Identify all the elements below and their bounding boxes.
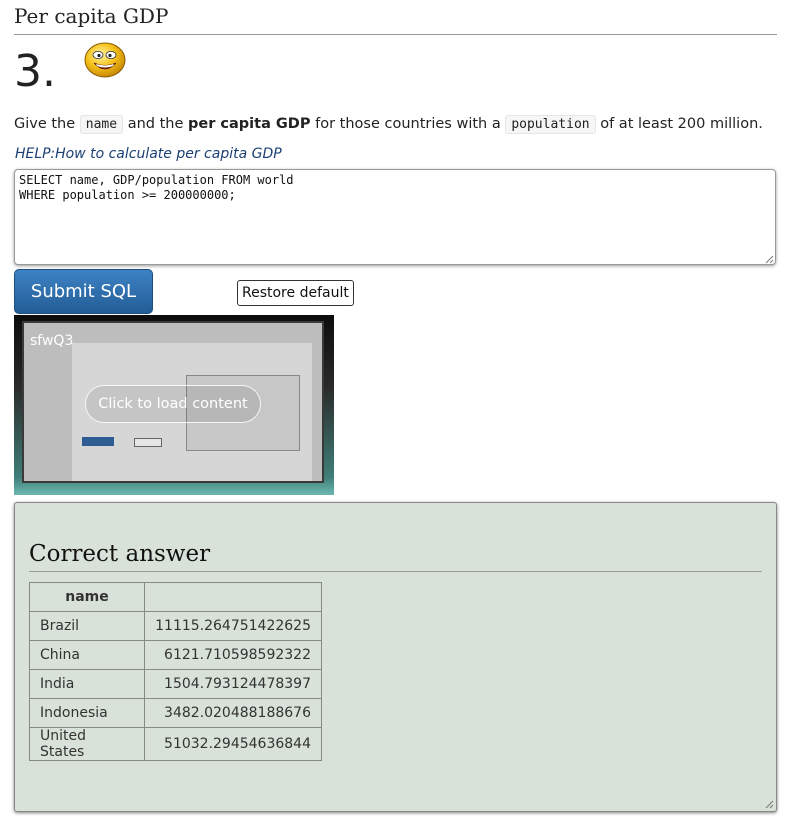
question-bold: per capita GDP (188, 116, 311, 132)
cell-name: United States (29, 727, 145, 761)
cell-name: China (29, 640, 145, 670)
question-text-part: and the (123, 116, 188, 132)
resize-grip-icon[interactable] (764, 254, 774, 264)
video-thumbnail-button (82, 437, 114, 446)
answer-title: Correct answer (29, 541, 762, 572)
table-row: India 1504.793124478397 (29, 669, 322, 699)
cell-value: 51032.29454636844 (144, 727, 322, 761)
code-name: name (79, 115, 124, 134)
cell-value: 3482.020488188676 (144, 698, 322, 728)
sql-editor[interactable]: SELECT name, GDP/population FROM world W… (14, 169, 776, 265)
cell-value: 11115.264751422625 (144, 611, 322, 641)
video-title: sfwQ3 (30, 333, 74, 349)
answer-panel: Correct answer name Brazil 11115.2647514… (14, 502, 777, 812)
table-row: Brazil 11115.264751422625 (29, 611, 322, 641)
cell-value: 1504.793124478397 (144, 669, 322, 699)
question-text-part: Give the (14, 116, 80, 132)
video-thumbnail-button (134, 438, 162, 447)
table-row: China 6121.710598592322 (29, 640, 322, 670)
smiley-icon (84, 42, 126, 78)
code-population: population (505, 115, 596, 134)
load-content-button[interactable]: Click to load content (85, 385, 261, 423)
cell-value: 6121.710598592322 (144, 640, 322, 670)
column-header (144, 582, 322, 612)
cell-name: Indonesia (29, 698, 145, 728)
column-header: name (29, 582, 145, 612)
submit-sql-button[interactable]: Submit SQL (14, 269, 153, 314)
page-title: Per capita GDP (14, 4, 777, 35)
question-number: 3. (14, 46, 56, 97)
video-embed[interactable]: sfwQ3 Click to load content (14, 315, 334, 495)
table-row: United States 51032.29454636844 (29, 727, 322, 761)
cell-name: Brazil (29, 611, 145, 641)
question-text-part: for those countries with a (310, 116, 506, 132)
resize-grip-icon[interactable] (764, 799, 774, 809)
restore-default-button[interactable]: Restore default (237, 280, 354, 306)
question-text-part: of at least 200 million. (595, 116, 763, 132)
result-table: name Brazil 11115.264751422625 China 612… (29, 582, 322, 761)
help-link[interactable]: HELP:How to calculate per capita GDP (15, 146, 282, 162)
question-text: Give the name and the per capita GDP for… (14, 113, 763, 136)
cell-name: India (29, 669, 145, 699)
table-header-row: name (29, 582, 322, 612)
table-row: Indonesia 3482.020488188676 (29, 698, 322, 728)
